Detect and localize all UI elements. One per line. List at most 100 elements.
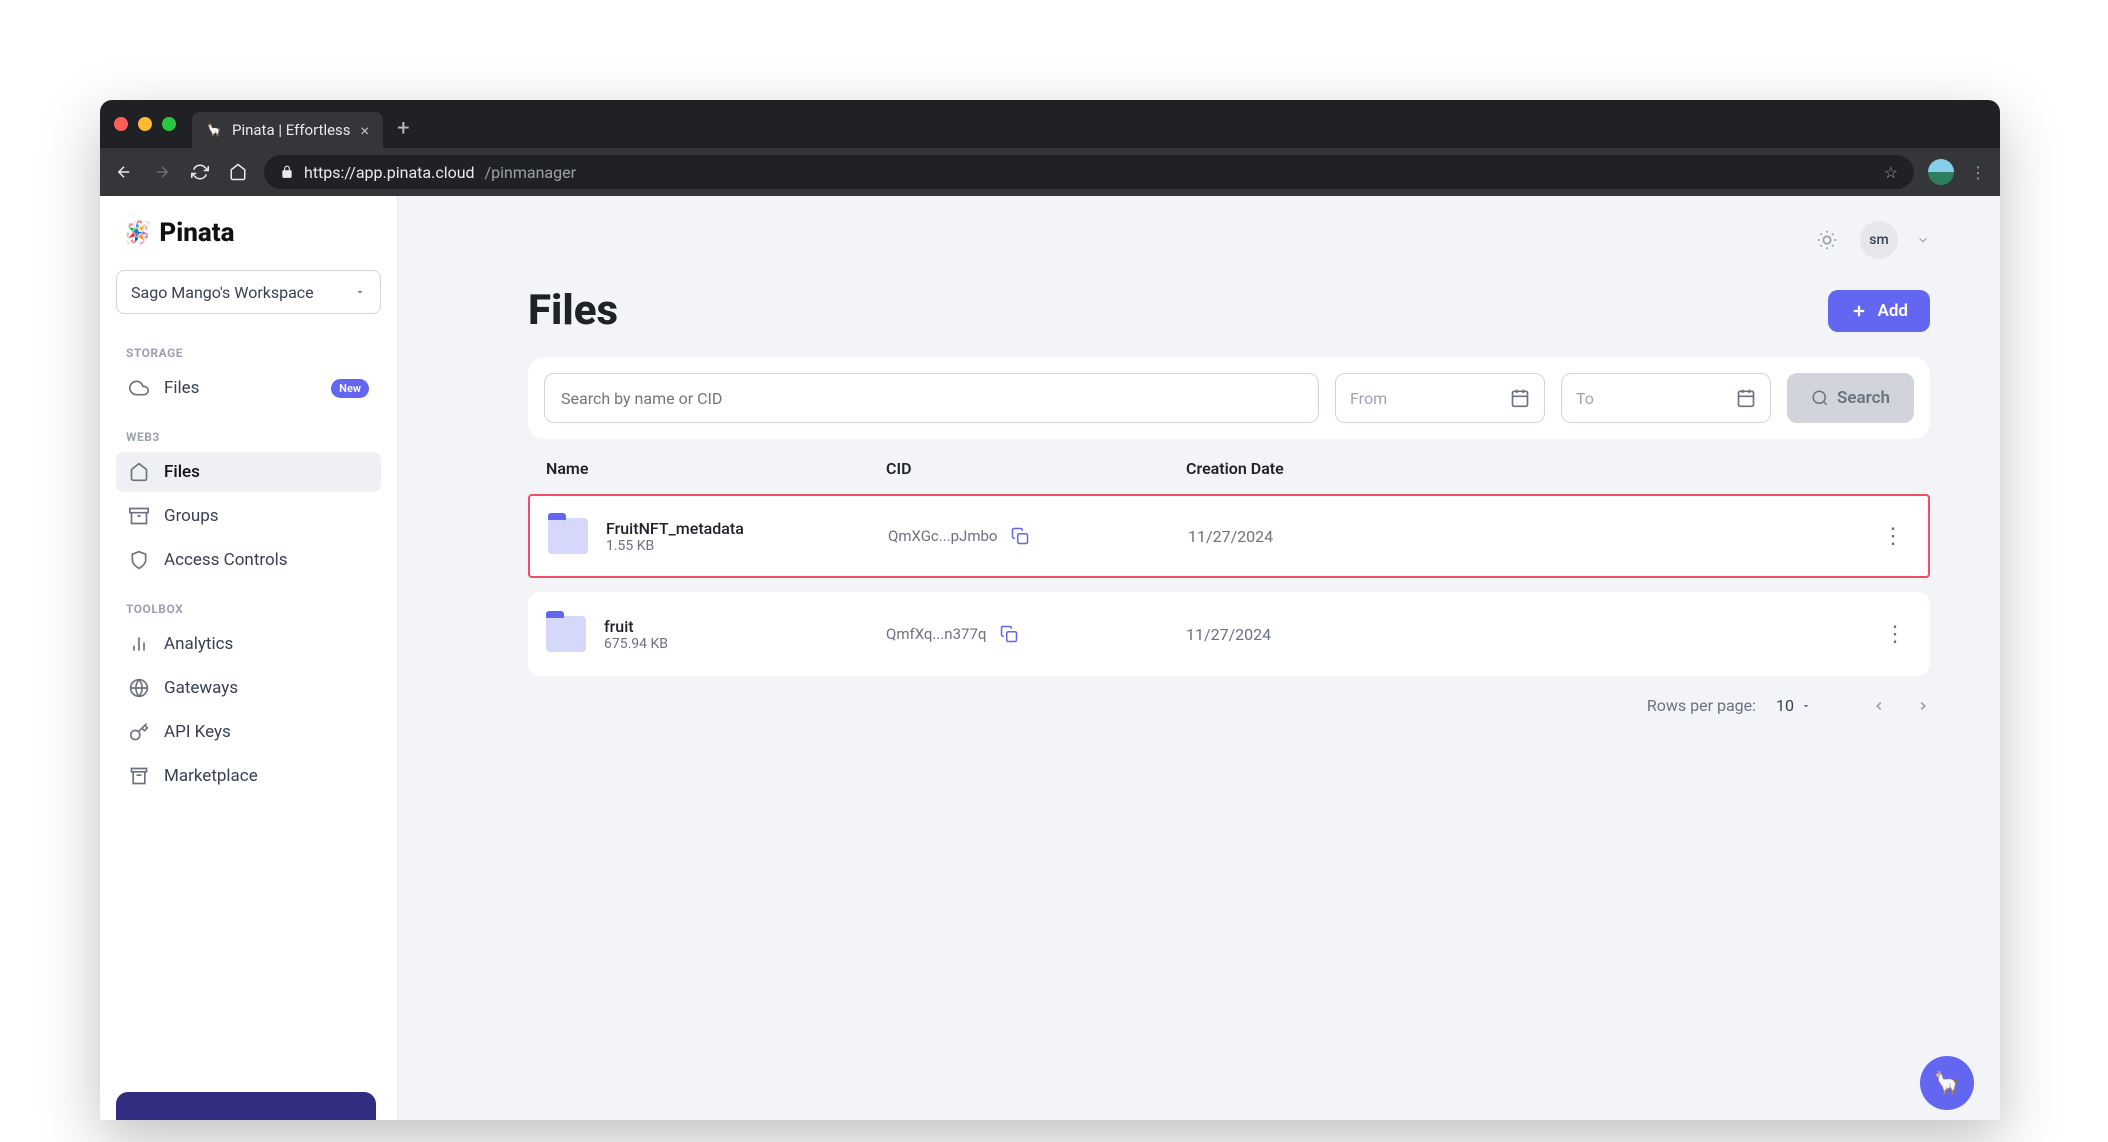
sidebar-item-label: Groups xyxy=(164,506,219,526)
row-menu-button[interactable]: ⋮ xyxy=(1884,622,1906,647)
sidebar: 🪅 Pinata Sago Mango's Workspace STORAGE … xyxy=(100,196,398,1120)
add-button[interactable]: Add xyxy=(1828,290,1931,332)
sidebar-item-gateways[interactable]: Gateways xyxy=(116,668,381,708)
sidebar-item-web3-files[interactable]: Files xyxy=(116,452,381,492)
rows-per-page-value: 10 xyxy=(1776,696,1794,715)
sidebar-item-label: Analytics xyxy=(164,634,233,654)
table-row[interactable]: FruitNFT_metadata 1.55 KB QmXGc...pJmbo … xyxy=(528,494,1930,578)
archive-icon xyxy=(128,505,150,527)
filter-bar: From To Search xyxy=(528,357,1930,439)
search-input[interactable] xyxy=(544,373,1319,423)
chevron-down-icon xyxy=(354,286,366,298)
date-from-label: From xyxy=(1350,389,1387,408)
calendar-icon xyxy=(1510,388,1530,408)
browser-menu-icon[interactable]: ⋮ xyxy=(1968,163,1988,182)
browser-tab[interactable]: 🦙 Pinata | Effortless × xyxy=(192,112,383,148)
date-from-input[interactable]: From xyxy=(1335,373,1545,423)
sidebar-item-groups[interactable]: Groups xyxy=(116,496,381,536)
sidebar-item-access-controls[interactable]: Access Controls xyxy=(116,540,381,580)
section-storage-label: STORAGE xyxy=(116,340,381,366)
chart-icon xyxy=(128,633,150,655)
page-header: Files Add xyxy=(528,286,1930,335)
file-name: FruitNFT_metadata xyxy=(606,519,888,538)
brand-logo[interactable]: 🪅 Pinata xyxy=(116,218,381,270)
folder-icon xyxy=(546,616,586,652)
copy-cid-button[interactable] xyxy=(1000,625,1018,643)
address-bar[interactable]: https://app.pinata.cloud/pinmanager ☆ xyxy=(264,155,1914,189)
pagination: Rows per page: 10 xyxy=(528,696,1930,715)
user-avatar[interactable]: sm xyxy=(1860,221,1898,259)
col-header-name: Name xyxy=(546,459,886,478)
tab-close-icon[interactable]: × xyxy=(361,121,370,140)
pinata-icon: 🦙 xyxy=(1933,1071,1960,1096)
sidebar-item-storage-files[interactable]: Files New xyxy=(116,368,381,408)
brand-name: Pinata xyxy=(159,218,234,248)
sidebar-item-label: Files xyxy=(164,378,199,398)
shield-icon xyxy=(128,549,150,571)
file-date: 11/27/2024 xyxy=(1188,527,1273,546)
reload-icon[interactable] xyxy=(188,160,212,184)
key-icon xyxy=(128,721,150,743)
main-content: sm Files Add From xyxy=(398,196,2000,1120)
sidebar-item-label: API Keys xyxy=(164,722,231,742)
search-button[interactable]: Search xyxy=(1787,373,1914,423)
browser-profile-icon[interactable] xyxy=(1928,159,1954,185)
top-bar: sm xyxy=(528,220,1930,260)
minimize-window-icon[interactable] xyxy=(138,117,152,131)
search-button-label: Search xyxy=(1837,388,1890,408)
rows-per-page-select[interactable]: 10 xyxy=(1776,696,1812,715)
file-cid: QmXGc...pJmbo xyxy=(888,527,997,545)
row-menu-button[interactable]: ⋮ xyxy=(1882,524,1904,549)
browser-window: 🦙 Pinata | Effortless × + https://app. xyxy=(100,100,2000,1120)
cloud-icon xyxy=(128,377,150,399)
folder-icon xyxy=(548,518,588,554)
sun-icon xyxy=(1816,229,1838,251)
workspace-selected-label: Sago Mango's Workspace xyxy=(131,283,314,302)
globe-icon xyxy=(128,677,150,699)
home-icon[interactable] xyxy=(226,160,250,184)
lock-icon xyxy=(280,165,294,179)
sidebar-item-api-keys[interactable]: API Keys xyxy=(116,712,381,752)
window-controls xyxy=(114,117,176,131)
new-badge: New xyxy=(331,379,369,398)
forward-icon[interactable] xyxy=(150,160,174,184)
pager-next-button[interactable] xyxy=(1916,699,1930,713)
chevron-right-icon xyxy=(1916,699,1930,713)
calendar-icon xyxy=(1736,388,1756,408)
new-tab-button[interactable]: + xyxy=(397,116,409,141)
url-path: /pinmanager xyxy=(485,163,576,182)
workspace-selector[interactable]: Sago Mango's Workspace xyxy=(116,270,381,314)
section-toolbox-label: TOOLBOX xyxy=(116,596,381,622)
user-menu-caret[interactable] xyxy=(1916,233,1930,247)
sidebar-item-marketplace[interactable]: Marketplace xyxy=(116,756,381,796)
rows-per-page-label: Rows per page: xyxy=(1647,696,1756,715)
home-icon xyxy=(128,461,150,483)
user-initials: sm xyxy=(1869,232,1888,248)
chevron-left-icon xyxy=(1872,699,1886,713)
tab-favicon-icon: 🦙 xyxy=(206,122,222,138)
sidebar-item-analytics[interactable]: Analytics xyxy=(116,624,381,664)
close-window-icon[interactable] xyxy=(114,117,128,131)
file-size: 1.55 KB xyxy=(606,538,888,554)
date-to-input[interactable]: To xyxy=(1561,373,1771,423)
browser-titlebar: 🦙 Pinata | Effortless × + xyxy=(100,100,2000,148)
tab-title: Pinata | Effortless xyxy=(232,121,351,139)
copy-icon xyxy=(1000,625,1018,643)
file-date: 11/27/2024 xyxy=(1186,625,1271,644)
pager-prev-button[interactable] xyxy=(1872,699,1886,713)
theme-toggle-button[interactable] xyxy=(1812,225,1842,255)
help-fab-button[interactable]: 🦙 xyxy=(1920,1056,1974,1110)
bookmark-icon[interactable]: ☆ xyxy=(1884,163,1898,182)
pinata-logo-icon: 🪅 xyxy=(124,221,151,246)
date-to-label: To xyxy=(1576,389,1594,408)
file-name: fruit xyxy=(604,617,886,636)
app-frame: 🪅 Pinata Sago Mango's Workspace STORAGE … xyxy=(100,196,2000,1120)
add-button-label: Add xyxy=(1878,301,1909,321)
copy-cid-button[interactable] xyxy=(1011,527,1029,545)
file-cid: QmfXq...n377q xyxy=(886,625,986,643)
maximize-window-icon[interactable] xyxy=(162,117,176,131)
sidebar-item-label: Gateways xyxy=(164,678,238,698)
back-icon[interactable] xyxy=(112,160,136,184)
documentation-button[interactable] xyxy=(116,1092,376,1120)
table-row[interactable]: fruit 675.94 KB QmfXq...n377q 11/27/2024… xyxy=(528,592,1930,676)
